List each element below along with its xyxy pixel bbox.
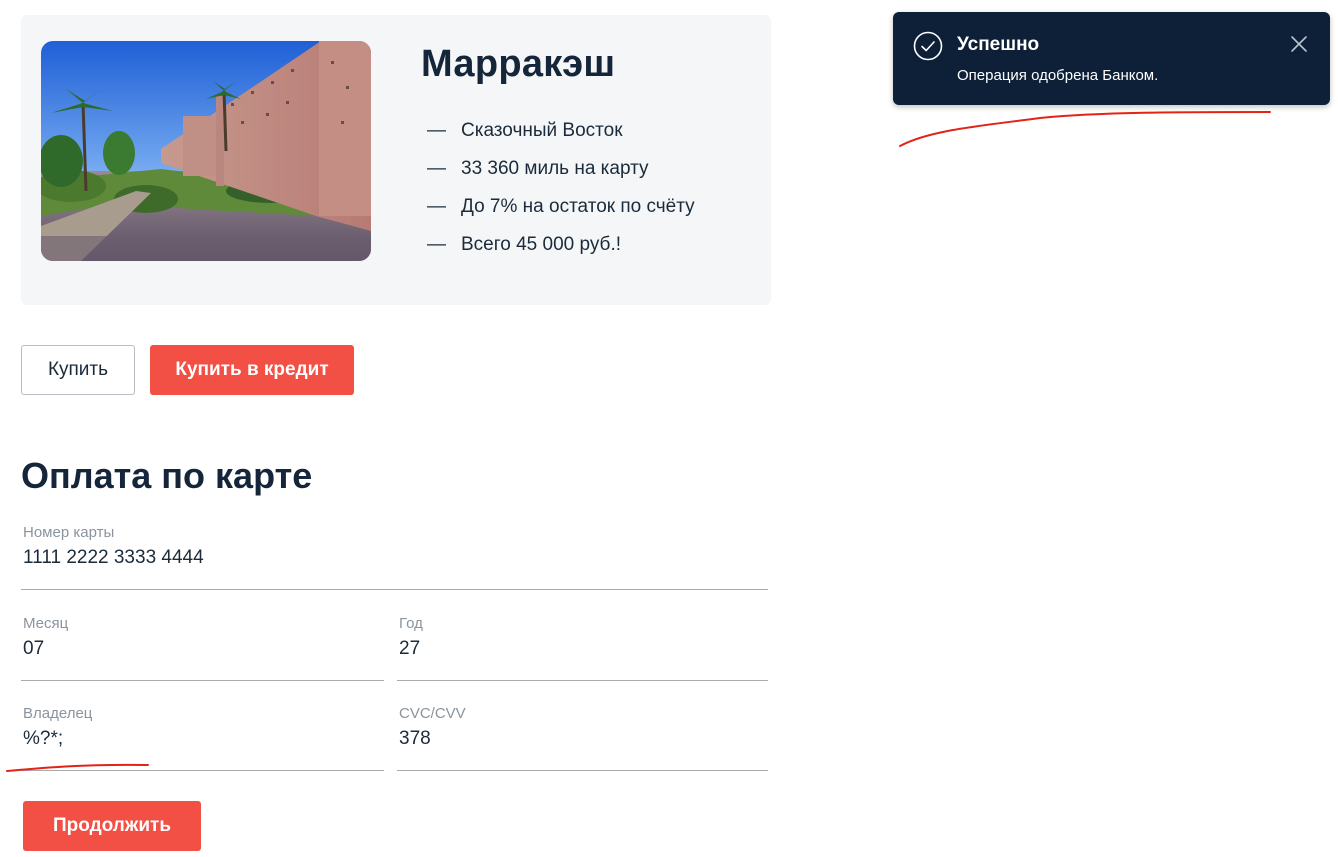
- card-number-label: Номер карты: [23, 524, 115, 541]
- cvc-input[interactable]: 378: [399, 728, 431, 750]
- buy-button[interactable]: Купить: [21, 345, 135, 395]
- continue-button[interactable]: Продолжить: [23, 801, 201, 851]
- feature-text: Всего 45 000 руб.!: [461, 234, 621, 255]
- year-label: Год: [399, 615, 423, 632]
- year-field[interactable]: Год 27: [397, 615, 768, 681]
- feature-item: — До 7% на остаток по счёту: [427, 194, 695, 232]
- feature-dash: —: [427, 234, 446, 255]
- tour-card: Марракэш — Сказочный Восток — 33 360 миль …: [21, 15, 771, 305]
- owner-label: Владелец: [23, 705, 93, 722]
- check-circle-icon: [913, 31, 943, 61]
- feature-dash: —: [427, 120, 446, 141]
- cvc-label: CVC/CVV: [399, 705, 466, 722]
- owner-field[interactable]: Владелец %?*;: [21, 705, 384, 771]
- feature-dash: —: [427, 196, 446, 217]
- feature-item: — Сказочный Восток: [427, 118, 695, 156]
- success-notification: Успешно Операция одобрена Банком.: [893, 12, 1330, 105]
- cvc-field[interactable]: CVC/CVV 378: [397, 705, 768, 771]
- feature-dash: —: [427, 158, 446, 179]
- tour-title: Марракэш: [421, 43, 616, 85]
- month-input[interactable]: 07: [23, 638, 44, 660]
- month-field[interactable]: Месяц 07: [21, 615, 384, 681]
- feature-text: Сказочный Восток: [461, 120, 623, 141]
- feature-text: До 7% на остаток по счёту: [461, 196, 695, 217]
- tour-photo: [41, 41, 371, 261]
- close-icon[interactable]: [1289, 34, 1309, 54]
- card-number-field[interactable]: Номер карты 1111 2222 3333 4444: [21, 524, 768, 590]
- buy-credit-button[interactable]: Купить в кредит: [150, 345, 354, 395]
- payment-title: Оплата по карте: [21, 455, 313, 496]
- feature-item: — Всего 45 000 руб.!: [427, 232, 695, 270]
- annotation-underline-toast: [899, 111, 1271, 147]
- feature-item: — 33 360 миль на карту: [427, 156, 695, 194]
- month-label: Месяц: [23, 615, 69, 632]
- notification-message: Операция одобрена Банком.: [957, 67, 1159, 84]
- feature-list: — Сказочный Восток —33 360 миль на карту …: [427, 118, 695, 270]
- notification-title: Успешно: [957, 34, 1040, 55]
- owner-input[interactable]: %?*;: [23, 728, 63, 750]
- year-input[interactable]: 27: [399, 638, 420, 660]
- feature-text: 33 360 миль на карту: [461, 158, 649, 179]
- card-number-input[interactable]: 1111 2222 3333 4444: [23, 547, 204, 569]
